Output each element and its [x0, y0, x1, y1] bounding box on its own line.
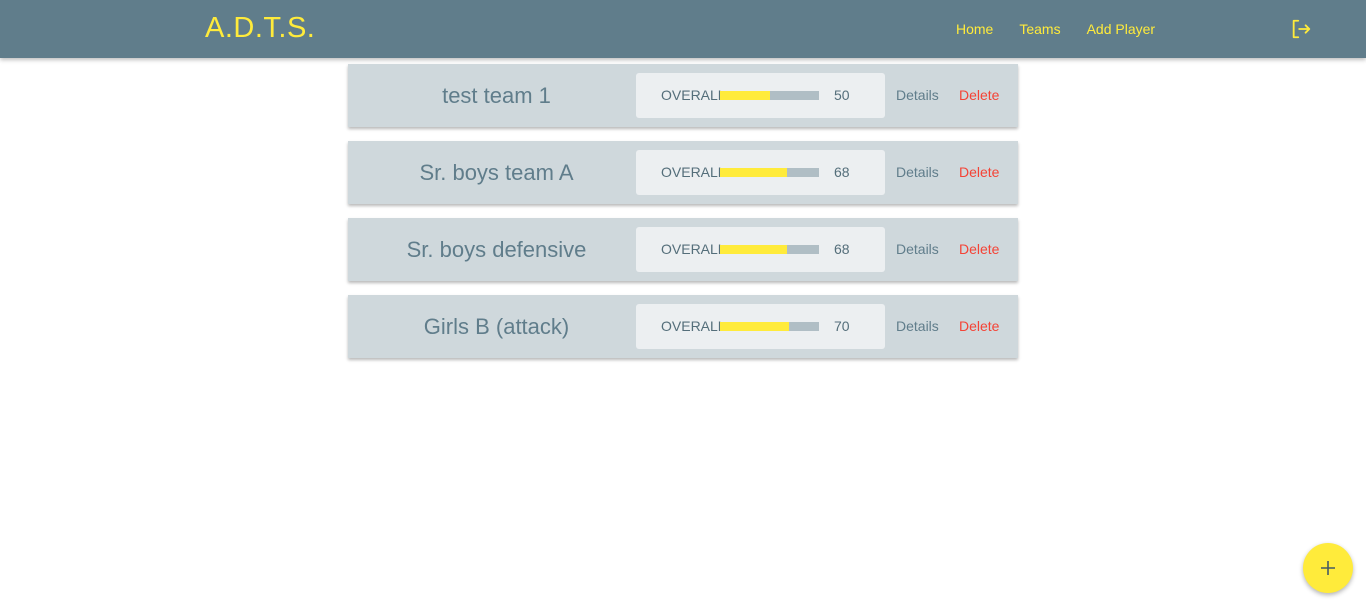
overall-label: OVERALL: [661, 87, 726, 103]
team-name: Sr. boys defensive: [406, 237, 587, 262]
brand-logo[interactable]: A.D.T.S.: [205, 12, 315, 45]
details-button[interactable]: Details: [896, 141, 939, 204]
team-card: Sr. boys defensive OVERALL 68 Details De…: [348, 218, 1018, 281]
overall-progress-fill: [720, 168, 788, 177]
details-button[interactable]: Details: [896, 218, 939, 281]
nav-add-player-link[interactable]: Add Player: [1074, 0, 1168, 58]
overall-stat-box: OVERALL 50: [636, 73, 885, 118]
overall-progress-bar: [720, 168, 819, 177]
overall-value: 70: [834, 318, 850, 334]
overall-progress-bar: [720, 322, 819, 331]
delete-button[interactable]: Delete: [959, 295, 999, 358]
overall-value: 50: [834, 87, 850, 103]
overall-progress-fill: [720, 322, 790, 331]
delete-button[interactable]: Delete: [959, 141, 999, 204]
team-name: Sr. boys team A: [419, 160, 574, 185]
details-button[interactable]: Details: [896, 295, 939, 358]
nav-links: Home Teams Add Player: [943, 0, 1168, 58]
overall-progress-fill: [720, 91, 770, 100]
overall-label: OVERALL: [661, 164, 726, 180]
delete-button[interactable]: Delete: [959, 64, 999, 127]
overall-stat-box: OVERALL 68: [636, 150, 885, 195]
team-name: test team 1: [442, 83, 551, 108]
overall-progress-fill: [720, 245, 788, 254]
overall-label: OVERALL: [661, 318, 726, 334]
overall-progress-bar: [720, 245, 819, 254]
team-card: Girls B (attack) OVERALL 70 Details Dele…: [348, 295, 1018, 358]
overall-value: 68: [834, 164, 850, 180]
overall-stat-box: OVERALL 70: [636, 304, 885, 349]
team-name: Girls B (attack): [423, 314, 570, 339]
nav-teams-link[interactable]: Teams: [1006, 0, 1073, 58]
plus-icon: [1321, 561, 1335, 575]
team-card: Sr. boys team A OVERALL 68 Details Delet…: [348, 141, 1018, 204]
team-card: test team 1 OVERALL 50 Details Delete: [348, 64, 1018, 127]
overall-progress-bar: [720, 91, 819, 100]
add-team-fab-button[interactable]: [1303, 543, 1353, 593]
top-navbar: A.D.T.S. Home Teams Add Player: [0, 0, 1366, 58]
nav-home-link[interactable]: Home: [943, 0, 1006, 58]
details-button[interactable]: Details: [896, 64, 939, 127]
logout-icon[interactable]: [1290, 18, 1312, 40]
delete-button[interactable]: Delete: [959, 218, 999, 281]
team-list: test team 1 OVERALL 50 Details Delete Sr…: [348, 64, 1018, 372]
overall-value: 68: [834, 241, 850, 257]
overall-label: OVERALL: [661, 241, 726, 257]
overall-stat-box: OVERALL 68: [636, 227, 885, 272]
